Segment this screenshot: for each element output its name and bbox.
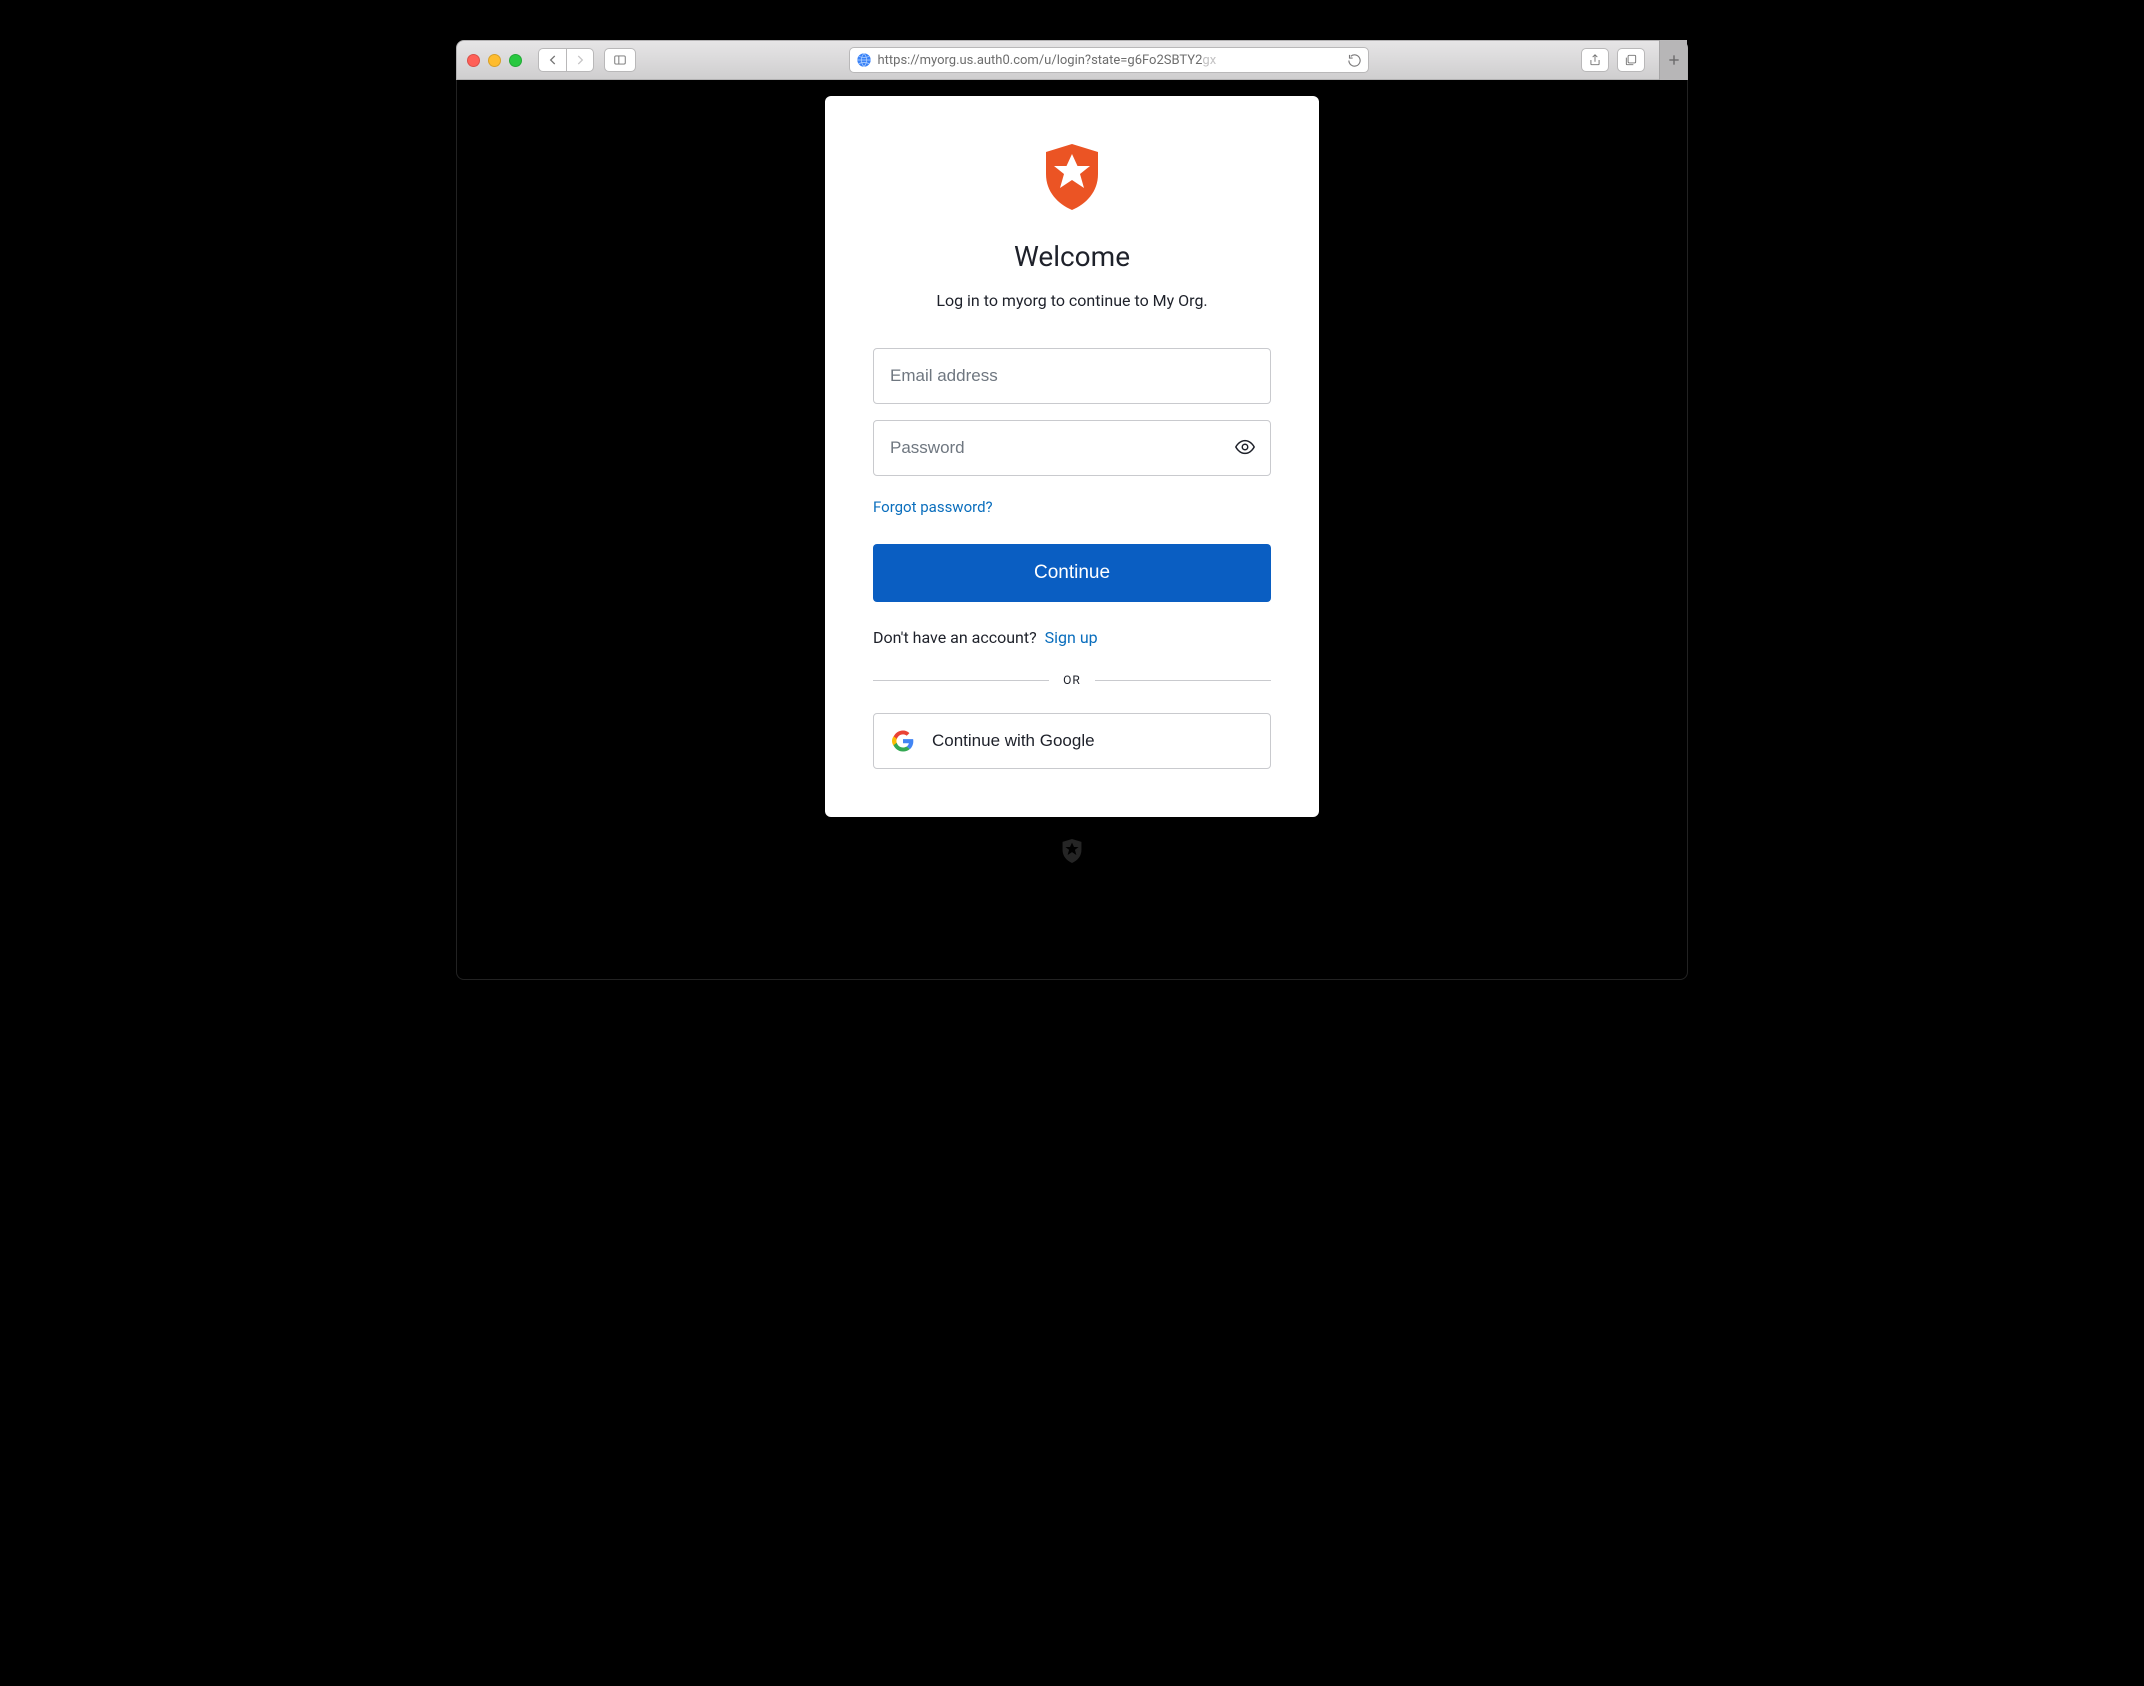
reload-button[interactable] [1347,53,1362,68]
minimize-window-button[interactable] [488,54,501,67]
google-button-label: Continue with Google [932,731,1095,751]
globe-icon [856,52,872,68]
back-button[interactable] [538,48,566,72]
email-input[interactable] [873,348,1271,404]
close-window-button[interactable] [467,54,480,67]
browser-chrome: https://myorg.us.auth0.com/u/login?state… [456,40,1688,80]
forward-button[interactable] [566,48,594,72]
email-field-wrap [873,348,1271,404]
divider: OR [873,673,1271,687]
login-card: Welcome Log in to myorg to continue to M… [825,96,1319,817]
password-field-wrap [873,420,1271,476]
divider-line-left [873,680,1049,681]
address-bar-url: https://myorg.us.auth0.com/u/login?state… [878,53,1341,68]
password-input[interactable] [873,420,1271,476]
divider-line-right [1095,680,1271,681]
footer-auth0-badge-icon [1061,839,1083,867]
divider-label: OR [1063,673,1081,687]
browser-window: https://myorg.us.auth0.com/u/login?state… [456,40,1688,980]
auth0-logo-icon [1042,144,1102,210]
zoom-window-button[interactable] [509,54,522,67]
continue-button[interactable]: Continue [873,544,1271,602]
forgot-password-link[interactable]: Forgot password? [873,498,993,516]
browser-viewport: Welcome Log in to myorg to continue to M… [456,80,1688,980]
show-tabs-button[interactable] [1617,48,1645,72]
address-bar[interactable]: https://myorg.us.auth0.com/u/login?state… [849,47,1369,73]
share-button[interactable] [1581,48,1609,72]
signup-link[interactable]: Sign up [1045,628,1098,647]
new-tab-button[interactable] [1659,40,1687,80]
signup-prompt-text: Don't have an account? [873,628,1037,647]
signup-row: Don't have an account? Sign up [873,628,1098,647]
nav-buttons [538,48,594,72]
continue-with-google-button[interactable]: Continue with Google [873,713,1271,769]
window-controls [467,54,522,67]
sidebar-toggle-button[interactable] [604,48,636,72]
google-icon [892,730,914,752]
toggle-password-visibility-button[interactable] [1231,434,1259,462]
page-title: Welcome [1014,240,1130,273]
eye-icon [1234,436,1256,461]
page-subtitle: Log in to myorg to continue to My Org. [936,291,1207,310]
